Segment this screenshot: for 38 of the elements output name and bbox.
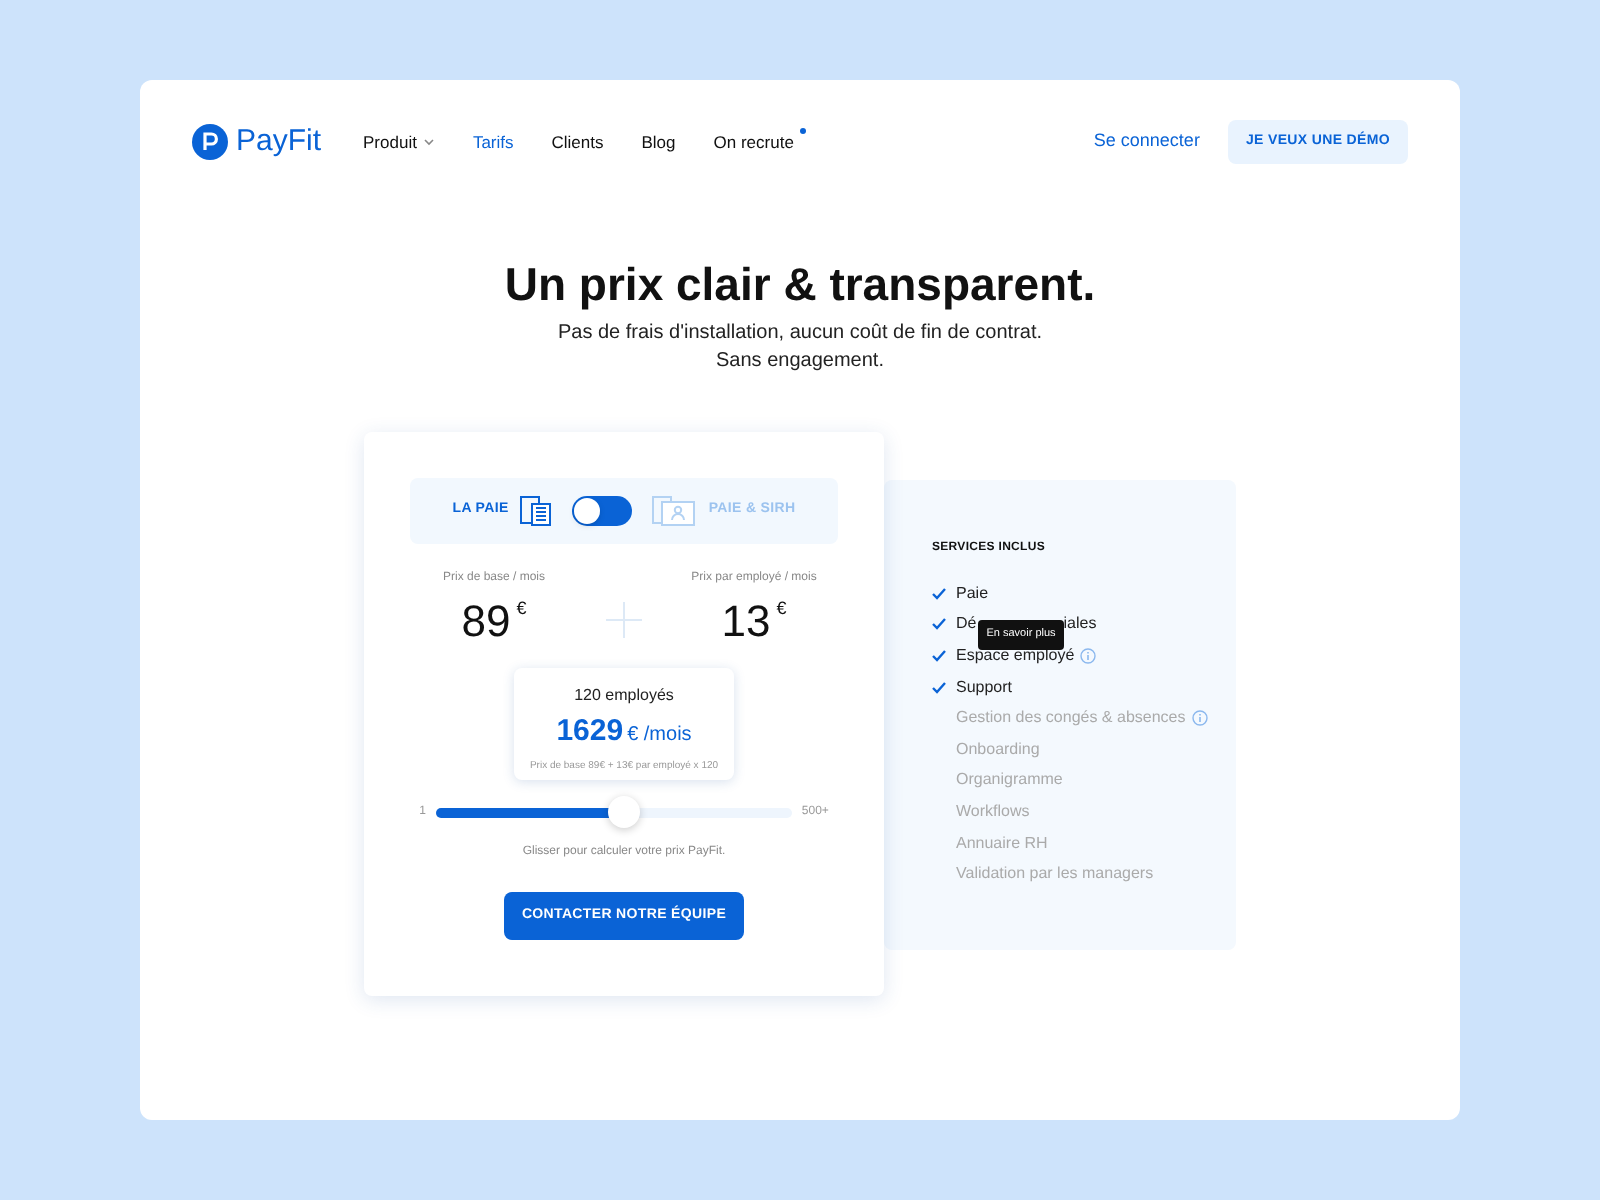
info-icon[interactable] bbox=[1080, 647, 1097, 664]
subtitle-line: Sans engagement. bbox=[716, 348, 884, 376]
switch-knob bbox=[574, 498, 601, 524]
service-name: iales bbox=[1063, 612, 1097, 637]
slider-thumb[interactable] bbox=[608, 796, 641, 828]
price-amount: 89 bbox=[461, 596, 511, 648]
total-price: 1629 bbox=[556, 712, 624, 752]
plan-switch[interactable] bbox=[572, 496, 633, 526]
id-card-icon bbox=[652, 496, 697, 526]
service-name: Dé bbox=[956, 612, 977, 637]
nav-link[interactable]: Blog bbox=[641, 129, 676, 155]
currency-symbol: € bbox=[776, 596, 787, 622]
service-name: Onboarding bbox=[956, 737, 1040, 762]
service-name: Workflows bbox=[956, 799, 1030, 824]
service-name: Annuaire RH bbox=[956, 831, 1048, 856]
employee-count: 120 employés bbox=[574, 684, 674, 708]
caret-icon bbox=[424, 138, 435, 146]
slider[interactable] bbox=[435, 796, 792, 828]
payslip-icon bbox=[520, 496, 553, 526]
subtitle-line: Pas de frais d'installation, aucun coût de fin de contrat. bbox=[557, 320, 1043, 348]
nav-link[interactable]: Clients bbox=[551, 129, 604, 155]
service-name: Validation par les managers bbox=[956, 862, 1154, 887]
logo-icon bbox=[192, 124, 228, 160]
brand-name[interactable]: PayFit bbox=[236, 119, 322, 165]
nav-link[interactable]: Produit bbox=[363, 129, 435, 155]
login-link[interactable]: Se connecter bbox=[1093, 128, 1200, 156]
nav-link[interactable]: On recrute bbox=[713, 129, 806, 155]
price-unit: € /mois bbox=[627, 722, 692, 750]
service-name: Support bbox=[956, 675, 1013, 700]
info-icon[interactable] bbox=[1191, 710, 1208, 727]
currency-symbol: € bbox=[516, 596, 527, 622]
service-name: Gestion des congés & absences bbox=[956, 706, 1186, 731]
service-name: Organigramme bbox=[956, 768, 1063, 793]
plus-icon bbox=[606, 602, 642, 638]
nav-link[interactable]: Tarifs bbox=[472, 129, 514, 155]
price-amount: 13 bbox=[721, 596, 771, 648]
headline: Un prix clair & transparent. bbox=[504, 256, 1096, 312]
service-name: Paie bbox=[956, 581, 989, 606]
